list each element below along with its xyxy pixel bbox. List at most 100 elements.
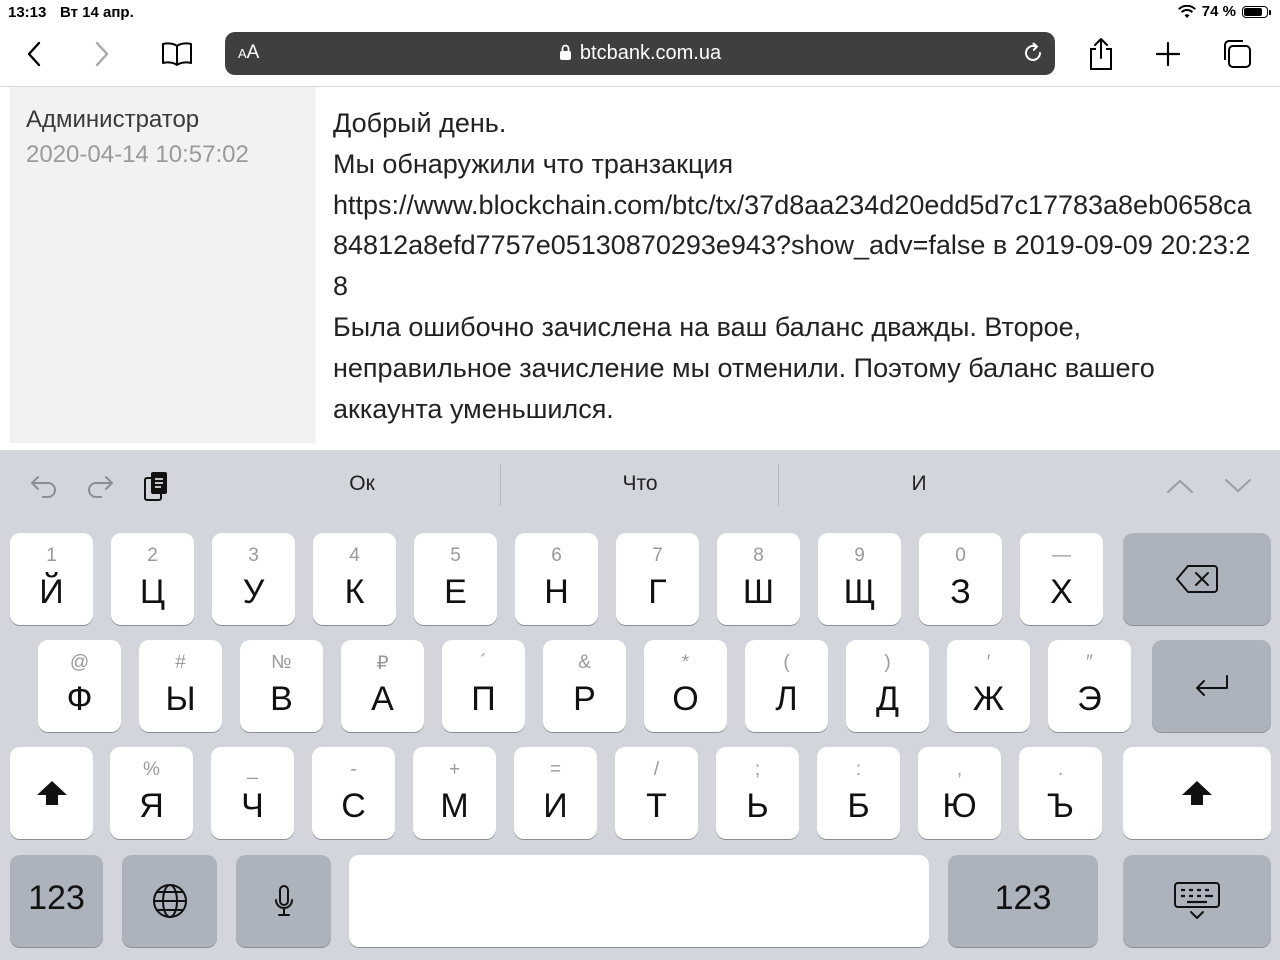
key-Л[interactable]: (Л	[745, 640, 828, 732]
key-alt-label: ,	[956, 759, 963, 780]
key-С[interactable]: -С	[312, 747, 395, 839]
status-time: 13:13	[8, 4, 47, 21]
key-Е[interactable]: 5Е	[414, 533, 497, 625]
key-Ы[interactable]: # Ы	[139, 640, 222, 732]
key-label: Ж	[972, 680, 1005, 718]
key-label: Й	[39, 573, 64, 611]
key-Д[interactable]: ) Д	[846, 640, 929, 732]
redo-button[interactable]	[80, 468, 120, 504]
key-В[interactable]: № В	[240, 640, 323, 732]
onscreen-keyboard: Ок Что И 1 Й 2 Ц 3 У 4 К 5 Е 6 Н 7 Г 8 Ш 9 Щ 0 З — Х @ Ф # Ы № В ₽ А…	[0, 450, 1280, 960]
hide-keyboard-key[interactable]	[1123, 855, 1271, 947]
back-button[interactable]	[12, 36, 56, 72]
key-label: Щ	[843, 573, 876, 611]
key-Ц[interactable]: 2Ц	[111, 533, 194, 625]
key-label: Ц	[139, 573, 166, 611]
share-icon	[1090, 38, 1112, 70]
suggestion-2[interactable]: Что	[505, 472, 775, 496]
message-line-1: Мы обнаружили что транзакция	[333, 148, 734, 179]
key-Ж[interactable]: ′ Ж	[947, 640, 1030, 732]
message-meta: Администратор 2020-04-14 10:57:02	[10, 87, 316, 443]
message-greeting: Добрый день.	[333, 108, 507, 138]
space-key[interactable]	[349, 855, 929, 947]
key-alt-label: 9	[854, 545, 865, 566]
numbers-key-left[interactable]: 123	[10, 855, 103, 947]
key-Ъ[interactable]: .Ъ	[1019, 747, 1102, 839]
suggestion-1[interactable]: Ок	[227, 472, 497, 496]
key-Г[interactable]: 7Г	[616, 533, 699, 625]
numbers-key-right[interactable]: 123	[948, 855, 1098, 947]
tabs-icon	[1224, 40, 1251, 68]
key-У[interactable]: 3У	[212, 533, 295, 625]
shift-icon	[36, 781, 67, 805]
key-label: Е	[444, 573, 467, 611]
key-label: Э	[1077, 680, 1102, 718]
share-button[interactable]	[1079, 36, 1123, 72]
paste-button[interactable]	[136, 468, 176, 504]
shift-icon	[1182, 781, 1212, 805]
globe-key[interactable]	[122, 855, 217, 947]
forward-button[interactable]	[80, 36, 124, 72]
key-label: Х	[1050, 573, 1073, 611]
key-label: М	[440, 787, 469, 825]
key-alt-label: 3	[248, 545, 259, 566]
suggestion-divider	[778, 464, 779, 506]
dictation-key[interactable]	[236, 855, 331, 947]
key-А[interactable]: ₽ А	[341, 640, 424, 732]
key-Ю[interactable]: ,Ю	[918, 747, 1001, 839]
key-Щ[interactable]: 9Щ	[818, 533, 901, 625]
key-Х[interactable]: — Х	[1020, 533, 1103, 625]
key-И[interactable]: = И	[514, 747, 597, 839]
key-alt-label: 4	[349, 545, 360, 566]
key-label: Р	[573, 680, 596, 718]
key-alt-label: —	[1052, 545, 1071, 566]
key-Р[interactable]: & Р	[543, 640, 626, 732]
reload-button[interactable]	[1021, 41, 1045, 70]
message-body: Добрый день. Мы обнаружили что транзакци…	[333, 103, 1253, 429]
key-З[interactable]: 0З	[919, 533, 1002, 625]
key-alt-label: 0	[955, 545, 966, 566]
new-tab-button[interactable]	[1146, 36, 1190, 72]
wifi-icon	[1177, 4, 1196, 18]
backspace-key[interactable]	[1123, 533, 1271, 625]
key-Я[interactable]: % Я	[110, 747, 193, 839]
next-field-button[interactable]	[1218, 468, 1258, 504]
key-Й[interactable]: 1Й	[10, 533, 93, 625]
tabs-button[interactable]	[1215, 36, 1259, 72]
key-Т[interactable]: / Т	[615, 747, 698, 839]
battery-cap	[1269, 9, 1271, 15]
undo-button[interactable]	[24, 468, 64, 504]
key-label: О	[672, 680, 699, 718]
key-Ч[interactable]: _ Ч	[211, 747, 294, 839]
return-key[interactable]	[1152, 640, 1271, 732]
key-alt-label: 5	[450, 545, 461, 566]
bookmarks-button[interactable]	[155, 36, 199, 72]
key-alt-label: @	[69, 652, 90, 673]
key-alt-label: ´	[480, 652, 487, 673]
key-alt-label: ₽	[376, 653, 389, 674]
hide-keyboard-icon	[1174, 882, 1220, 919]
key-label: Ш	[742, 573, 775, 611]
key-Э[interactable]: ″ Э	[1048, 640, 1131, 732]
shift-key-left[interactable]	[10, 747, 93, 839]
key-Ш[interactable]: 8Ш	[717, 533, 800, 625]
previous-field-button[interactable]	[1160, 468, 1200, 504]
key-Ь[interactable]: ; Ь	[716, 747, 799, 839]
key-М[interactable]: + М	[413, 747, 496, 839]
key-alt-label: /	[653, 759, 660, 780]
key-Б[interactable]: :Б	[817, 747, 900, 839]
key-О[interactable]: * О	[644, 640, 727, 732]
key-Н[interactable]: 6Н	[515, 533, 598, 625]
key-П[interactable]: ´ П	[442, 640, 525, 732]
url-display[interactable]: btcbank.com.ua	[225, 42, 1055, 65]
battery-percent: 74 %	[1201, 3, 1236, 20]
key-Ф[interactable]: @ Ф	[38, 640, 121, 732]
address-bar[interactable]: AA btcbank.com.ua	[225, 32, 1055, 75]
key-К[interactable]: 4К	[313, 533, 396, 625]
key-label: Я	[139, 787, 164, 825]
key-label: В	[270, 680, 293, 718]
key-alt-label: )	[884, 652, 891, 673]
shift-key-right[interactable]	[1123, 747, 1271, 839]
transaction-paragraph: https://www.blockchain.com/btc/tx/37d8aa…	[333, 185, 1253, 307]
suggestion-3[interactable]: И	[784, 472, 1054, 496]
